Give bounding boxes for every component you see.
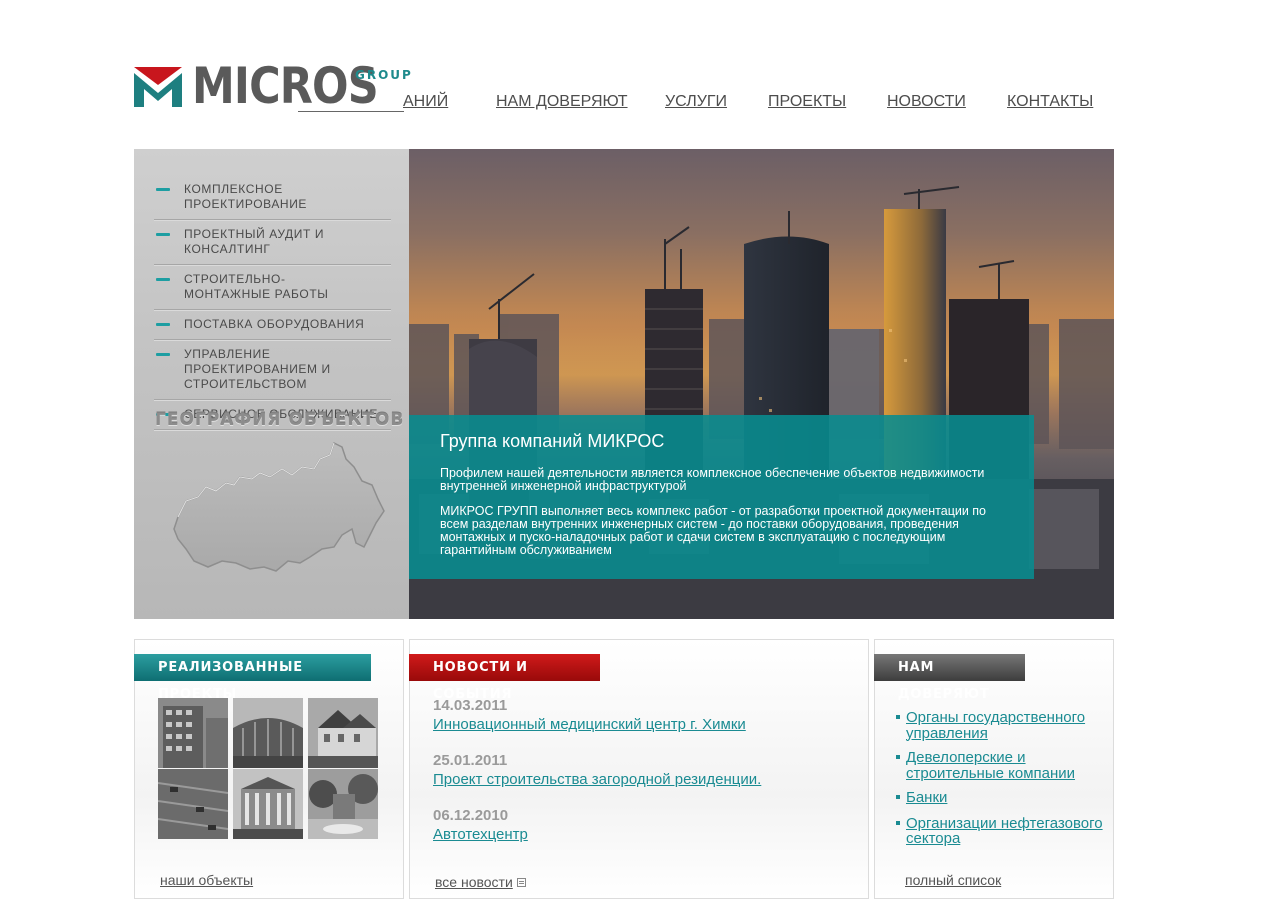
nav-item-projects[interactable]: ПРОЕКТЫ	[768, 93, 846, 111]
hero-info-box: Группа компаний МИКРОС Профилем нашей де…	[409, 415, 1034, 579]
hero-paragraph-2: МИКРОС ГРУПП выполняет весь комплекс раб…	[440, 504, 987, 557]
nav-item-contacts[interactable]: КОНТАКТЫ	[1007, 93, 1093, 111]
projects-panel: РЕАЛИЗОВАННЫЕ ПРОЕКТЫ наши объекты	[134, 639, 404, 899]
rss-icon[interactable]	[516, 878, 526, 887]
project-thumbnail[interactable]	[233, 769, 303, 839]
bullet-icon	[896, 715, 900, 719]
bullet-icon	[896, 795, 900, 799]
news-item: 14.03.2011 Инновационный медицинский цен…	[433, 697, 853, 734]
hero-section: КОМПЛЕКСНОЕ ПРОЕКТИРОВАНИЕ ПРОЕКТНЫЙ АУД…	[134, 149, 1114, 619]
hero-title: Группа компаний МИКРОС	[440, 431, 665, 451]
news-list: 14.03.2011 Инновационный медицинский цен…	[433, 697, 853, 862]
dash-icon	[156, 323, 170, 326]
nav-item-companies[interactable]: АНИЙ	[403, 93, 448, 111]
service-item[interactable]: КОМПЛЕКСНОЕ ПРОЕКТИРОВАНИЕ	[154, 175, 391, 220]
main-nav: АНИЙ НАМ ДОВЕРЯЮТ УСЛУГИ ПРОЕКТЫ НОВОСТИ…	[0, 93, 1261, 117]
project-thumbnail[interactable]	[308, 769, 378, 839]
news-item: 06.12.2010 Автотехцентр	[433, 807, 853, 844]
news-date: 14.03.2011	[433, 697, 508, 714]
all-news-link[interactable]: все новости	[435, 874, 513, 890]
hero-paragraph-1: Профилем нашей деятельности является ком…	[440, 466, 985, 493]
services-list: КОМПЛЕКСНОЕ ПРОЕКТИРОВАНИЕ ПРОЕКТНЫЙ АУД…	[154, 175, 391, 430]
services-sidebar: КОМПЛЕКСНОЕ ПРОЕКТИРОВАНИЕ ПРОЕКТНЫЙ АУД…	[134, 149, 409, 619]
service-item[interactable]: УПРАВЛЕНИЕ ПРОЕКТИРОВАНИЕМ И СТРОИТЕЛЬСТ…	[154, 340, 391, 400]
project-thumbnail[interactable]	[158, 698, 228, 768]
projects-panel-title: РЕАЛИЗОВАННЫЕ ПРОЕКТЫ	[134, 654, 371, 702]
news-link[interactable]: Проект строительства загородной резиденц…	[433, 771, 761, 788]
nav-item-services[interactable]: УСЛУГИ	[665, 93, 727, 111]
all-news-wrap: все новости	[435, 872, 526, 891]
dash-icon	[156, 353, 170, 356]
trust-item[interactable]: Девелоперские и строительные компании	[896, 750, 1114, 781]
dash-icon	[156, 233, 170, 236]
news-date: 25.01.2011	[433, 752, 508, 769]
project-thumbnail[interactable]	[233, 698, 303, 768]
trust-panel: НАМ ДОВЕРЯЮТ Органы государственного упр…	[874, 639, 1114, 899]
bullet-icon	[896, 755, 900, 759]
news-link[interactable]: Инновационный медицинский центр г. Химки	[433, 716, 746, 733]
news-link[interactable]: Автотехцентр	[433, 826, 528, 843]
news-panel-title: НОВОСТИ И СОБЫТИЯ	[409, 654, 600, 702]
nav-item-news[interactable]: НОВОСТИ	[887, 93, 966, 111]
trust-panel-title: НАМ ДОВЕРЯЮТ	[874, 654, 1025, 702]
news-panel: НОВОСТИ И СОБЫТИЯ 14.03.2011 Инновационн…	[409, 639, 869, 899]
geography-title[interactable]: ГЕОГРАФИЯ ОБЪЕКТОВ	[155, 410, 404, 430]
full-list-link[interactable]: полный список	[905, 872, 1001, 888]
project-thumbnail[interactable]	[308, 698, 378, 768]
dash-icon	[156, 188, 170, 191]
dash-icon	[156, 278, 170, 281]
trust-item[interactable]: Организации нефтегазового сектора	[896, 815, 1114, 847]
service-item[interactable]: ПРОЕКТНЫЙ АУДИТ И КОНСАЛТИНГ	[154, 220, 391, 265]
service-item[interactable]: СТРОИТЕЛЬНО-МОНТАЖНЫЕ РАБОТЫ	[154, 265, 391, 310]
trust-item[interactable]: Органы государственного управления	[896, 710, 1114, 741]
russia-map-icon[interactable]	[164, 439, 394, 579]
our-objects-link[interactable]: наши объекты	[160, 872, 253, 888]
nav-item-trust[interactable]: НАМ ДОВЕРЯЮТ	[496, 93, 628, 111]
logo-group-label: GROUP	[355, 68, 413, 82]
trust-list: Органы государственного управления Девел…	[896, 710, 1114, 856]
news-date: 06.12.2010	[433, 807, 509, 824]
service-item[interactable]: ПОСТАВКА ОБОРУДОВАНИЯ	[154, 310, 391, 340]
trust-item[interactable]: Банки	[896, 790, 1114, 806]
bullet-icon	[896, 820, 900, 825]
project-thumbnail[interactable]	[158, 769, 228, 839]
news-item: 25.01.2011 Проект строительства загородн…	[433, 752, 853, 789]
